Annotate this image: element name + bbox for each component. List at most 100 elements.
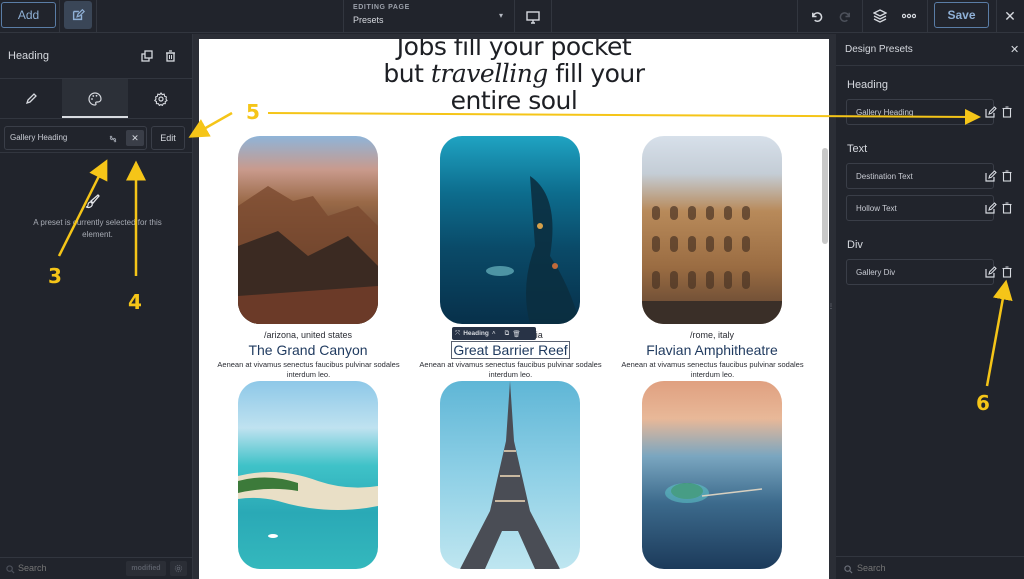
close-icon[interactable]: ✕: [1010, 43, 1019, 56]
card-title[interactable]: Flavian Amphitheatre: [612, 342, 812, 358]
card-image-grand-canyon[interactable]: [238, 136, 378, 324]
more-options-button[interactable]: [900, 8, 918, 24]
gear-icon: [174, 564, 183, 573]
panel-title: Design Presets: [845, 44, 913, 55]
add-button[interactable]: Add: [1, 2, 56, 28]
top-toolbar: Add EDITING PAGE Presets ▾ Save ✕: [0, 0, 1024, 33]
tab-content[interactable]: [0, 79, 62, 118]
divider: [0, 118, 193, 119]
tab-design[interactable]: [62, 79, 128, 118]
panel-resize-handle[interactable]: ⋮: [828, 303, 834, 313]
divider: [927, 0, 928, 33]
element-type-label: Heading: [463, 330, 489, 337]
edit-preset-button[interactable]: Edit: [151, 126, 185, 150]
card-image-barrier-reef[interactable]: [440, 136, 580, 324]
preset-item[interactable]: Gallery Heading: [846, 99, 1012, 125]
divider: [0, 152, 193, 153]
card-image-island[interactable]: [642, 381, 782, 569]
redo-icon: [839, 11, 850, 22]
left-search-input[interactable]: [18, 563, 118, 573]
page-selector[interactable]: EDITING PAGE Presets ▾: [343, 0, 513, 33]
divider: [862, 0, 863, 33]
desktop-icon: [526, 10, 540, 24]
layers-icon: [873, 9, 887, 23]
chevron-up-icon[interactable]: ˄: [492, 330, 496, 337]
annotation-label: 6: [976, 391, 990, 415]
preset-group-heading: Heading: [847, 79, 888, 91]
duplicate-button[interactable]: [140, 49, 154, 63]
chevron-down-icon: ▾: [498, 11, 503, 20]
card-title-selected[interactable]: Great Barrier Reef: [451, 341, 570, 359]
layers-button[interactable]: [871, 7, 889, 25]
trash-icon[interactable]: [1002, 266, 1012, 278]
duplicate-icon[interactable]: ⧉: [505, 330, 510, 338]
edit-icon[interactable]: [985, 266, 997, 278]
selected-element-toolbar: ⤧ Heading ˄ ⧉ 🗑: [452, 327, 536, 340]
more-icon: [902, 13, 916, 19]
divider: [551, 0, 552, 33]
modified-filter-button[interactable]: modified: [126, 561, 166, 576]
hero-line-2-pre: but: [383, 59, 431, 88]
right-search-bar: [836, 556, 1024, 579]
hero-heading[interactable]: Jobs fill your pocket but travelling fil…: [199, 39, 829, 114]
search-icon: [844, 565, 853, 574]
palette-icon: [88, 91, 102, 106]
close-icon: ✕: [1004, 7, 1016, 24]
drag-handle-icon[interactable]: ⤧: [455, 330, 460, 338]
undo-button[interactable]: [807, 7, 825, 25]
card-title[interactable]: The Grand Canyon: [208, 342, 408, 358]
edit-mode-button[interactable]: [64, 1, 92, 29]
close-editor-button[interactable]: ✕: [1001, 7, 1019, 25]
save-button[interactable]: Save: [934, 2, 989, 28]
preset-selected-note: A preset is currently selected for this …: [33, 218, 162, 239]
tab-settings[interactable]: [128, 79, 193, 118]
edit-icon: [72, 8, 85, 21]
preset-item[interactable]: Hollow Text: [846, 195, 1012, 221]
divider: [797, 0, 798, 33]
divider: [96, 0, 97, 33]
current-page-name: Presets: [353, 15, 384, 25]
detach-preset-button[interactable]: [106, 132, 120, 146]
card-image-colosseum[interactable]: [642, 136, 782, 324]
preset-group-text: Text: [847, 143, 868, 155]
trash-icon[interactable]: [1002, 202, 1012, 214]
annotation-label: 5: [246, 100, 260, 124]
left-search-bar: modified: [0, 557, 193, 579]
annotation-label: 3: [48, 264, 62, 288]
pencil-icon: [25, 93, 37, 105]
duplicate-icon: [141, 50, 153, 62]
search-settings-button[interactable]: [170, 561, 187, 576]
hero-line-1: Jobs fill your pocket: [396, 39, 632, 61]
preset-item-label: Gallery Heading: [856, 108, 914, 117]
card-description: Aenean at vivamus senectus faucibus pulv…: [621, 360, 804, 379]
undo-icon: [811, 11, 822, 22]
trash-icon[interactable]: [1002, 106, 1012, 118]
preset-search-input[interactable]: [857, 563, 977, 573]
page-canvas: Jobs fill your pocket but travelling fil…: [199, 39, 829, 579]
card-image-eiffel[interactable]: [440, 381, 580, 569]
edit-icon[interactable]: [985, 170, 997, 182]
divider: [996, 0, 997, 33]
trash-icon[interactable]: [1002, 170, 1012, 182]
hero-line-3: entire soul: [450, 86, 578, 115]
preset-group-div: Div: [847, 239, 863, 251]
element-settings-panel: Heading Gallery Heading ✕ Edit A preset …: [0, 34, 193, 579]
edit-icon[interactable]: [985, 106, 997, 118]
card-image-beach[interactable]: [238, 381, 378, 569]
delete-button[interactable]: [163, 49, 177, 63]
preset-select[interactable]: Gallery Heading ✕: [4, 126, 147, 150]
preset-item[interactable]: Destination Text: [846, 163, 1012, 189]
device-preview-button[interactable]: [520, 7, 546, 27]
trash-icon[interactable]: 🗑: [512, 330, 520, 338]
clear-preset-button[interactable]: ✕: [126, 130, 144, 146]
redo-button[interactable]: [836, 7, 854, 25]
preset-item[interactable]: Gallery Div: [846, 259, 1012, 285]
edit-icon[interactable]: [985, 202, 997, 214]
hero-emphasis: travelling: [430, 59, 548, 88]
unlink-icon: [109, 135, 117, 143]
editing-page-label: EDITING PAGE: [353, 4, 410, 11]
divider: [514, 0, 515, 33]
element-type-title: Heading: [8, 50, 49, 62]
preset-item-label: Gallery Div: [856, 268, 896, 277]
canvas-scrollbar[interactable]: [822, 148, 828, 244]
